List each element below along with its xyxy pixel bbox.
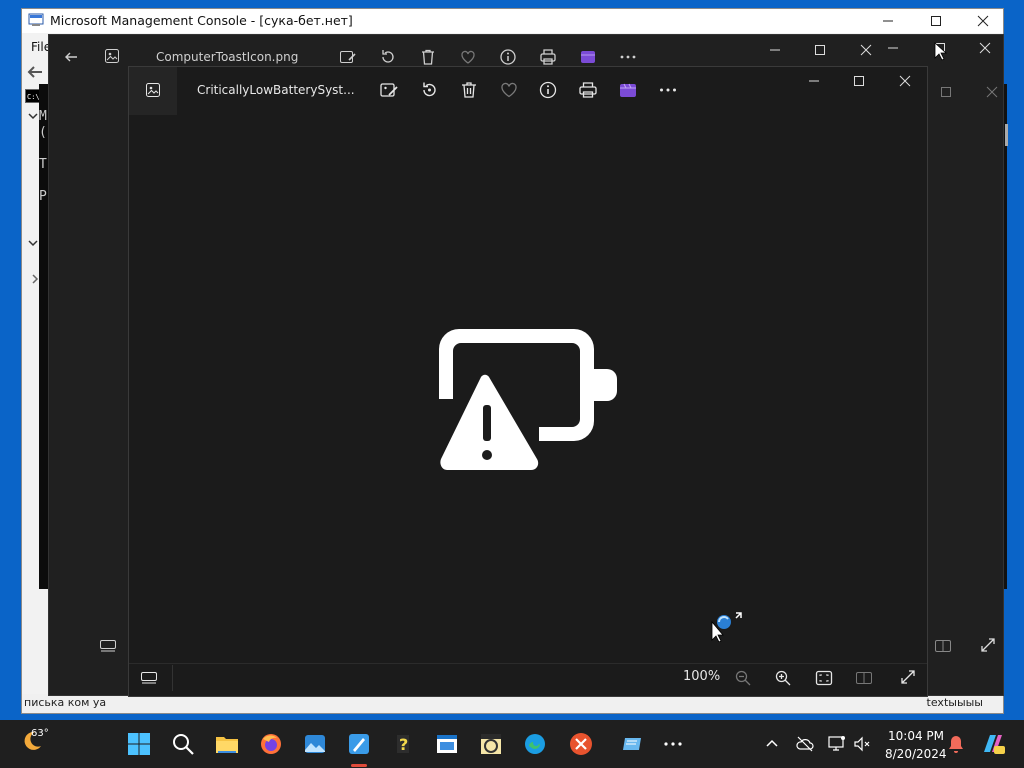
- compare-icon[interactable]: [934, 639, 952, 653]
- low-battery-warning-image: [439, 329, 619, 475]
- copilot-icon[interactable]: [980, 732, 1006, 756]
- mmc-maximize-button[interactable]: [930, 15, 942, 27]
- gallery-icon[interactable]: [145, 82, 161, 98]
- minimize-button[interactable]: [808, 75, 820, 87]
- bottom-bar-divider: [129, 663, 927, 664]
- maximize-button[interactable]: [853, 75, 865, 87]
- close-app-icon[interactable]: [569, 732, 593, 756]
- gallery-icon[interactable]: [104, 48, 120, 64]
- console-scrollbar-thumb[interactable]: [1005, 124, 1008, 146]
- fullscreen-icon[interactable]: [980, 637, 996, 653]
- photos-app-icon[interactable]: [303, 732, 327, 756]
- tree-expand-chevron-icon[interactable]: [28, 111, 38, 121]
- paint-icon[interactable]: [347, 732, 371, 756]
- notification-bell-icon[interactable]: [947, 734, 965, 754]
- photos-window-front: CriticallyLowBatterySyst... 100%: [128, 66, 928, 697]
- back-maximize-button[interactable]: [814, 44, 826, 56]
- active-app-indicator: [351, 764, 367, 767]
- info-icon[interactable]: [538, 80, 558, 100]
- mouse-pointer-icon: [934, 42, 948, 62]
- weather-temperature: 63°: [31, 728, 49, 739]
- tree-expand-chevron-icon[interactable]: [28, 238, 38, 248]
- mmc-close-button[interactable]: [977, 15, 989, 27]
- filmstrip-icon[interactable]: [140, 671, 158, 685]
- file-explorer-icon[interactable]: [215, 732, 239, 756]
- window3-minimize-button[interactable]: [887, 42, 899, 54]
- overflow-more-icon[interactable]: [661, 732, 685, 756]
- info-icon[interactable]: [499, 48, 517, 66]
- rotate-icon[interactable]: [419, 80, 439, 100]
- edit-image-icon[interactable]: [379, 80, 399, 100]
- favorite-heart-icon[interactable]: [499, 80, 519, 100]
- file-name: CriticallyLowBatterySyst...: [197, 83, 355, 97]
- close-button[interactable]: [899, 75, 911, 87]
- more-options-icon[interactable]: [619, 48, 637, 66]
- fullscreen-icon[interactable]: [900, 669, 916, 685]
- onedrive-off-icon[interactable]: [795, 734, 815, 754]
- network-display-icon[interactable]: [827, 734, 847, 754]
- tool-icon[interactable]: [621, 732, 645, 756]
- clipchamp-icon[interactable]: [618, 80, 638, 100]
- volume-muted-icon[interactable]: [852, 734, 872, 754]
- clipchamp-icon[interactable]: [579, 48, 597, 66]
- back-file-name: ComputerToastIcon.png: [156, 50, 299, 64]
- filmstrip-icon[interactable]: [99, 639, 117, 653]
- print-icon[interactable]: [578, 80, 598, 100]
- search-icon[interactable]: [171, 732, 195, 756]
- firefox-icon[interactable]: [259, 732, 283, 756]
- window3-close-button[interactable]: [979, 42, 991, 54]
- rotate-icon[interactable]: [379, 48, 397, 66]
- back-arrow-icon[interactable]: [63, 49, 79, 65]
- window4-maximize-button[interactable]: [940, 86, 952, 98]
- window-app-icon[interactable]: [435, 732, 459, 756]
- compare-icon[interactable]: [855, 671, 873, 685]
- zoom-level[interactable]: 100%: [683, 669, 720, 684]
- delete-icon[interactable]: [419, 48, 437, 66]
- edge-browser-icon[interactable]: [523, 732, 547, 756]
- mmc-title-bar[interactable]: Microsoft Management Console - [сука-бет…: [22, 9, 1003, 33]
- program-icon[interactable]: [479, 732, 503, 756]
- start-windows-icon[interactable]: [127, 732, 151, 756]
- back-minimize-button[interactable]: [769, 44, 781, 56]
- svg-text:?: ?: [399, 735, 408, 754]
- taskbar: 63° ? 10:04 PM 8/20/2024: [0, 720, 1024, 768]
- bottom-divider: [172, 665, 173, 691]
- mmc-app-icon: [28, 12, 44, 28]
- clock-time[interactable]: 10:04 PM: [888, 729, 944, 743]
- window4-close-button[interactable]: [986, 86, 998, 98]
- help-icon[interactable]: ?: [391, 732, 415, 756]
- edit-image-icon[interactable]: [339, 48, 357, 66]
- mmc-status-left: писька ком уа: [24, 696, 107, 709]
- mmc-title-text: Microsoft Management Console - [сука-бет…: [50, 13, 353, 28]
- favorite-heart-icon[interactable]: [459, 48, 477, 66]
- delete-icon[interactable]: [459, 80, 479, 100]
- mmc-minimize-button[interactable]: [882, 15, 894, 27]
- tray-chevron-up-icon[interactable]: [765, 737, 779, 751]
- zoom-in-icon[interactable]: [775, 670, 791, 686]
- print-icon[interactable]: [539, 48, 557, 66]
- clock-date[interactable]: 8/20/2024: [885, 747, 947, 761]
- more-options-icon[interactable]: [658, 80, 678, 100]
- busy-cursor-icon: [708, 610, 746, 642]
- svg-text:C:\: C:\: [27, 93, 40, 101]
- fit-to-window-icon[interactable]: [815, 670, 833, 686]
- mmc-status-right: textыыыы: [926, 696, 983, 709]
- back-close-button[interactable]: [860, 44, 872, 56]
- mmc-back-arrow-icon[interactable]: [26, 64, 44, 80]
- zoom-out-icon[interactable]: [735, 670, 751, 686]
